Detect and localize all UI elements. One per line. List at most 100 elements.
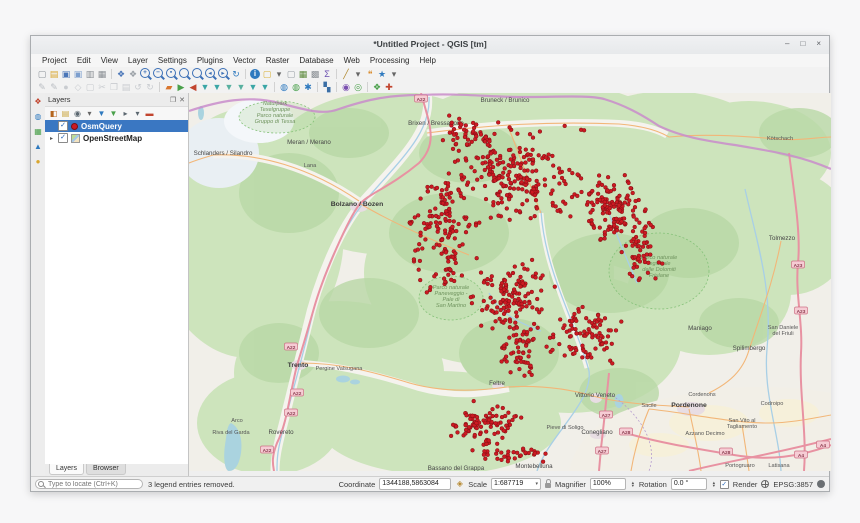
menu-item-vector[interactable]: Vector — [228, 56, 261, 65]
python-console-icon[interactable]: ▚ — [321, 81, 333, 93]
minimize-button[interactable]: – — [785, 39, 789, 48]
zoom-next-icon[interactable]: ▸ — [218, 67, 228, 78]
new-project-icon[interactable]: ▢ — [36, 68, 48, 80]
move-label-icon[interactable]: ▼ — [235, 81, 247, 93]
show-bookmarks-icon[interactable]: ▾ — [388, 68, 400, 80]
filter-expression-icon[interactable]: ▼ — [108, 108, 119, 119]
add-mesh-layer-icon[interactable]: ▲ — [33, 141, 44, 152]
metasearch-icon[interactable]: ◍ — [278, 81, 290, 93]
zoom-to-selection-icon[interactable] — [179, 67, 189, 78]
magnifier-spinner[interactable]: ▲ ▼ — [631, 480, 635, 488]
add-feature-icon[interactable]: ● — [60, 81, 72, 93]
menu-item-project[interactable]: Project — [37, 56, 72, 65]
processing-toolbox-icon[interactable]: ✱ — [302, 81, 314, 93]
quickosm-icon[interactable]: ▰ — [163, 81, 175, 93]
panel-tab-browser[interactable]: Browser — [86, 464, 126, 475]
layer-visibility-checkbox[interactable]: ✓ — [58, 121, 68, 131]
new-bookmark-icon[interactable]: ★ — [376, 68, 388, 80]
highlight-labels-icon[interactable]: ▼ — [223, 81, 235, 93]
close-button[interactable]: × — [816, 39, 821, 48]
osm-download-icon[interactable]: ▶ — [175, 81, 187, 93]
render-checkbox[interactable]: ✓ — [719, 479, 729, 489]
toggle-editing-icon[interactable]: ✎ — [36, 81, 48, 93]
menu-item-layer[interactable]: Layer — [123, 56, 153, 65]
quickmapservices-icon[interactable]: ◍ — [290, 81, 302, 93]
cut-features-icon[interactable]: ✂ — [96, 81, 108, 93]
menu-item-raster[interactable]: Raster — [261, 56, 295, 65]
map-svg[interactable]: Schlanders / Silandro Meran / Merano Lana B… — [189, 93, 831, 471]
title-bar[interactable]: *Untitled Project - QGIS [tm] – □ × — [31, 36, 829, 55]
field-calculator-icon[interactable]: ▩ — [309, 68, 321, 80]
layer-visibility-checkbox[interactable]: ✓ — [58, 133, 68, 143]
rotate-label-icon[interactable]: ▼ — [247, 81, 259, 93]
panel-tab-layers[interactable]: Layers — [49, 464, 85, 475]
menu-item-help[interactable]: Help — [414, 56, 440, 65]
plugin-green-icon[interactable]: ❖ — [371, 81, 383, 93]
open-attribute-table-icon[interactable]: ▦ — [297, 68, 309, 80]
expand-all-icon[interactable]: ▸ — [120, 108, 131, 119]
delete-selected-icon[interactable]: ▢ — [84, 81, 96, 93]
menu-item-settings[interactable]: Settings — [153, 56, 192, 65]
zoom-out-icon[interactable]: − — [153, 67, 163, 78]
save-project-as-icon[interactable]: ▣ — [72, 68, 84, 80]
menu-item-processing[interactable]: Processing — [365, 56, 415, 65]
refresh-map-icon[interactable]: ↻ — [230, 68, 242, 80]
rotation-input[interactable]: 0.0 ° — [670, 478, 707, 490]
layer-expander-icon[interactable]: ▸ — [48, 135, 55, 142]
maximize-button[interactable]: □ — [800, 39, 805, 48]
panel-close-icon[interactable]: ✕ — [179, 96, 185, 104]
add-group-icon[interactable]: ▤ — [60, 108, 71, 119]
remove-layer-icon[interactable]: ▬ — [144, 108, 155, 119]
zoom-to-layer-icon[interactable] — [192, 67, 202, 78]
redo-icon[interactable]: ↻ — [144, 81, 156, 93]
crs-status[interactable]: EPSG:3857 — [773, 480, 813, 489]
menu-item-plugins[interactable]: Plugins — [192, 56, 228, 65]
undo-icon[interactable]: ↺ — [132, 81, 144, 93]
show-labels-icon[interactable]: ▼ — [199, 81, 211, 93]
statistical-summary-icon[interactable]: Σ — [321, 68, 333, 80]
map-themes-icon[interactable]: ◉ — [72, 108, 83, 119]
log-messages-icon[interactable] — [817, 480, 825, 488]
scale-combo[interactable]: 1:687719 ▾ — [491, 478, 542, 490]
panel-undock-icon[interactable]: ❐ — [170, 96, 176, 104]
map-tips-icon[interactable]: ❝ — [364, 68, 376, 80]
measure-icon[interactable]: ╱ — [340, 68, 352, 80]
locator-input[interactable] — [35, 479, 143, 490]
rotation-spinner[interactable]: ▲ ▼ — [712, 480, 716, 488]
menu-item-view[interactable]: View — [96, 56, 123, 65]
layout-manager-icon[interactable]: ▦ — [96, 68, 108, 80]
open-project-icon[interactable]: ▤ — [48, 68, 60, 80]
layer-item-osmquery[interactable]: ✓ OsmQuery — [45, 120, 188, 132]
nominatim-icon[interactable]: ◎ — [352, 81, 364, 93]
lock-scale-icon[interactable] — [545, 479, 552, 488]
select-features-icon[interactable]: ▢ — [261, 68, 273, 80]
menu-item-web[interactable]: Web — [339, 56, 365, 65]
copy-features-icon[interactable]: ❐ — [108, 81, 120, 93]
pan-to-selection-icon[interactable]: ❖ — [127, 68, 139, 80]
osm-place-search-icon[interactable]: ◉ — [340, 81, 352, 93]
layer-styling-icon[interactable]: ◧ — [48, 108, 59, 119]
collapse-all-icon[interactable]: ▾ — [132, 108, 143, 119]
zoom-last-icon[interactable]: ◂ — [205, 67, 215, 78]
change-label-icon[interactable]: ▼ — [259, 81, 271, 93]
layer-item-openstreetmap[interactable]: ▸ ✓ OpenStreetMap — [45, 132, 188, 144]
data-source-manager-icon[interactable]: ❖ — [33, 96, 44, 107]
menu-item-edit[interactable]: Edit — [72, 56, 96, 65]
extents-toggle-icon[interactable]: ◈ — [455, 479, 464, 489]
filter-legend-icon[interactable]: ▼ — [96, 108, 107, 119]
measure-dropdown-icon[interactable]: ▾ — [352, 68, 364, 80]
deselect-features-icon[interactable]: ▢ — [285, 68, 297, 80]
coordinate-input[interactable]: 1344188,5863084 — [379, 478, 452, 490]
vertex-tool-icon[interactable]: ◇ — [72, 81, 84, 93]
menu-item-database[interactable]: Database — [294, 56, 338, 65]
save-layer-edits-icon[interactable]: ✎ — [48, 81, 60, 93]
map-canvas[interactable]: Schlanders / Silandro Meran / Merano Lana B… — [189, 93, 831, 471]
select-dropdown-icon[interactable]: ▾ — [273, 68, 285, 80]
pan-map-icon[interactable]: ❖ — [115, 68, 127, 80]
new-print-layout-icon[interactable]: ▥ — [84, 68, 96, 80]
add-raster-layer-icon[interactable]: ▦ — [33, 126, 44, 137]
zoom-full-icon[interactable]: ▪ — [166, 67, 176, 78]
pin-labels-icon[interactable]: ▼ — [211, 81, 223, 93]
add-vector-layer-icon[interactable]: ◍ — [33, 111, 44, 122]
theme-dropdown-icon[interactable]: ▾ — [84, 108, 95, 119]
